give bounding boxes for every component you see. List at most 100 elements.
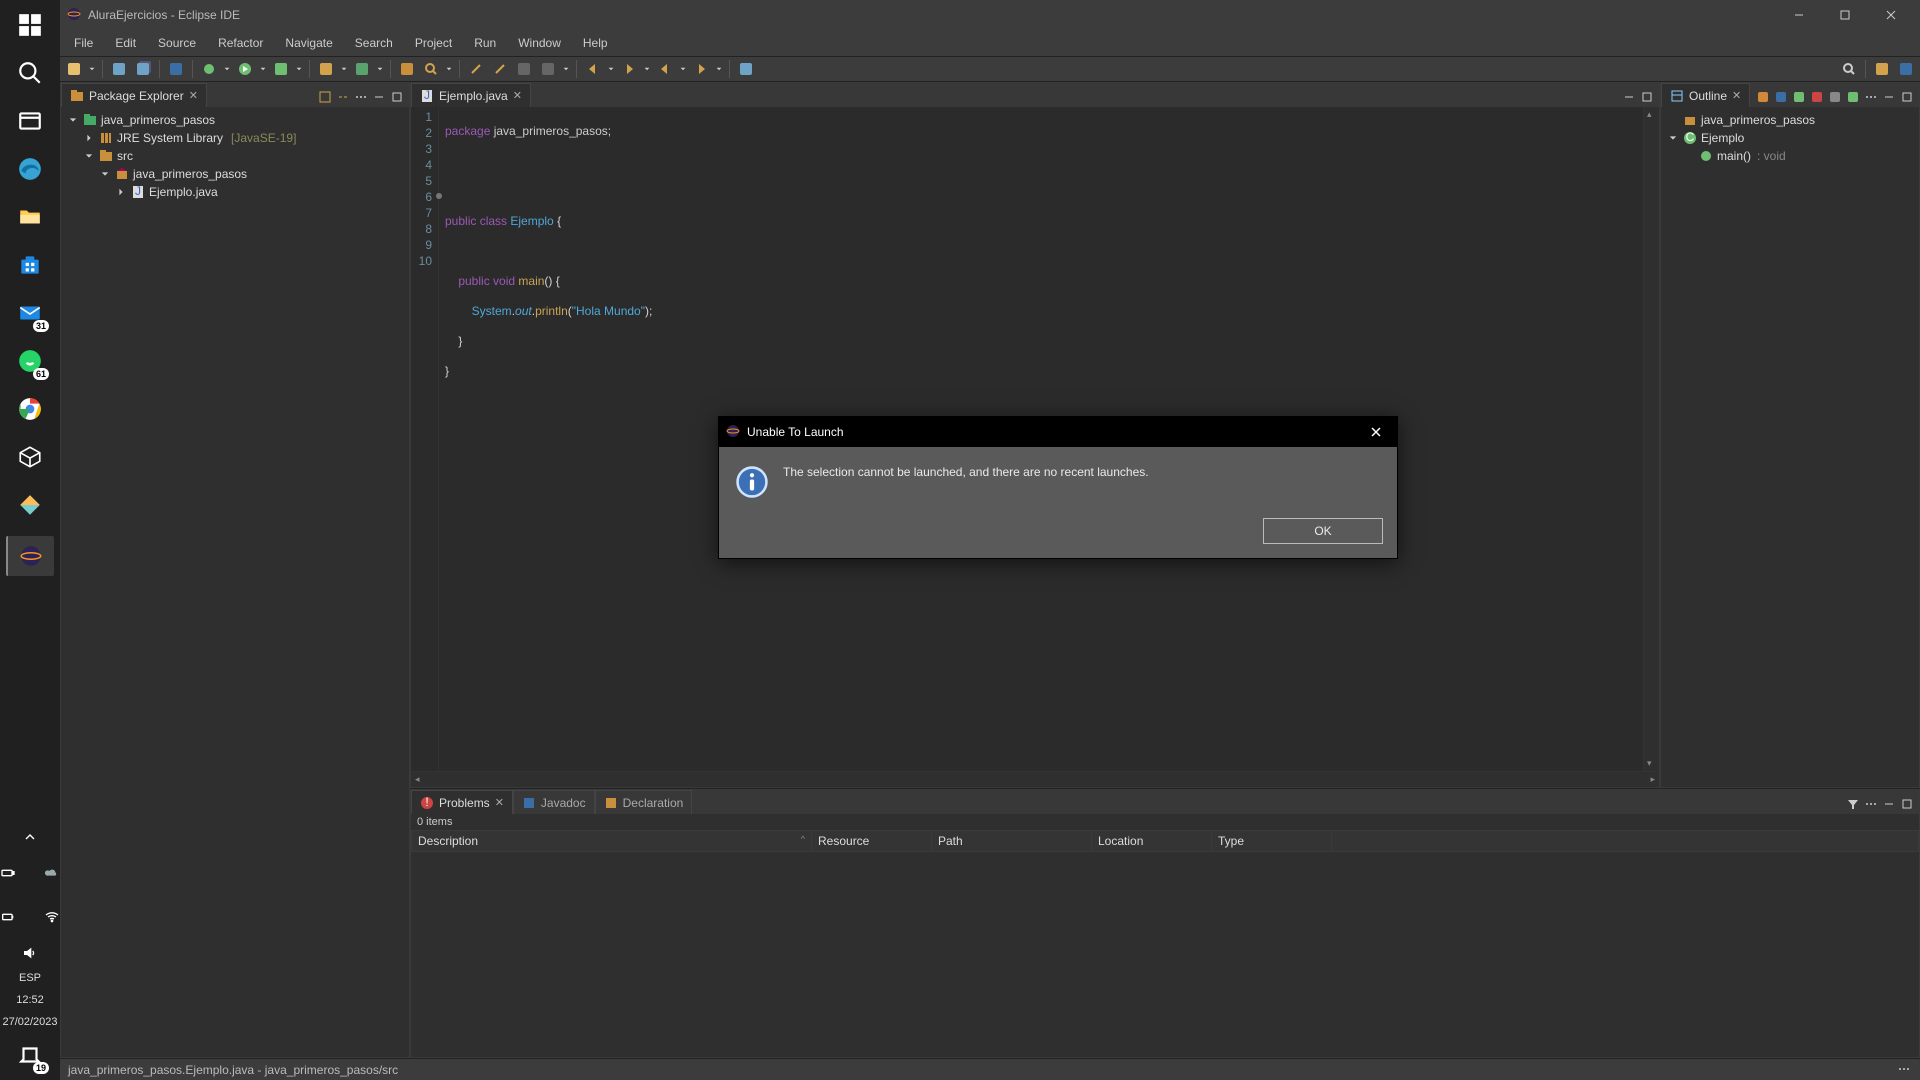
coverage-dropdown[interactable] — [295, 66, 303, 72]
new-package-icon[interactable] — [316, 59, 336, 79]
col-description[interactable]: Description^ — [412, 831, 812, 852]
edge-icon[interactable] — [13, 152, 47, 186]
chevron-down-icon[interactable] — [99, 168, 111, 180]
ms-store-icon[interactable] — [13, 248, 47, 282]
chrome-icon[interactable] — [13, 392, 47, 426]
quick-access-search-icon[interactable] — [1839, 59, 1859, 79]
col-path[interactable]: Path — [932, 831, 1092, 852]
minimize-view-icon[interactable] — [371, 89, 387, 105]
battery-icon[interactable] — [0, 856, 25, 890]
forward-icon[interactable] — [691, 59, 711, 79]
task-view-icon[interactable] — [13, 104, 47, 138]
back-dropdown[interactable] — [679, 66, 687, 72]
link-editor-icon[interactable] — [335, 89, 351, 105]
terminal-icon[interactable] — [166, 59, 186, 79]
search-dropdown[interactable] — [445, 66, 453, 72]
view-menu-icon[interactable] — [353, 89, 369, 105]
pencil-icon[interactable] — [490, 59, 510, 79]
notifications-icon[interactable]: 19 — [13, 1038, 47, 1072]
dialog-titlebar[interactable]: Unable To Launch — [719, 417, 1397, 447]
sort-icon[interactable] — [1773, 89, 1789, 105]
dots-icon[interactable] — [514, 59, 534, 79]
text-dropdown[interactable] — [562, 66, 570, 72]
chevron-down-icon[interactable] — [1667, 132, 1679, 144]
menu-source[interactable]: Source — [148, 32, 206, 54]
save-all-icon[interactable] — [133, 59, 153, 79]
hide-nonpublic-icon[interactable] — [1827, 89, 1843, 105]
new-class-dropdown[interactable] — [376, 66, 384, 72]
tree-jre[interactable]: JRE System Library [JavaSE-19] — [63, 129, 407, 147]
mail-icon[interactable]: 31 — [13, 296, 47, 330]
outline-tab[interactable]: Outline ✕ — [1661, 83, 1750, 107]
close-icon[interactable]: ✕ — [495, 796, 504, 809]
problems-tab[interactable]: ! Problems ✕ — [411, 790, 513, 814]
dialog-ok-button[interactable]: OK — [1263, 518, 1383, 544]
close-icon[interactable]: ✕ — [513, 89, 522, 102]
chevron-down-icon[interactable] — [83, 150, 95, 162]
outline-package[interactable]: java_primeros_pasos — [1663, 111, 1917, 129]
menu-navigate[interactable]: Navigate — [275, 32, 342, 54]
package-explorer-tab[interactable]: Package Explorer ✕ — [61, 83, 207, 107]
save-icon[interactable] — [109, 59, 129, 79]
collapse-all-icon[interactable] — [317, 89, 333, 105]
vertical-scrollbar[interactable] — [1643, 107, 1659, 771]
debug-icon[interactable] — [199, 59, 219, 79]
view-menu-icon[interactable] — [1863, 89, 1879, 105]
window-minimize-button[interactable] — [1776, 0, 1822, 30]
coverage-icon[interactable] — [271, 59, 291, 79]
menu-run[interactable]: Run — [464, 32, 506, 54]
prev-ann-dropdown[interactable] — [607, 66, 615, 72]
maximize-view-icon[interactable] — [389, 89, 405, 105]
javadoc-tab[interactable]: Javadoc — [513, 790, 595, 814]
tree-file[interactable]: J Ejemplo.java — [63, 183, 407, 201]
diamond-app-icon[interactable] — [13, 488, 47, 522]
java-perspective-icon[interactable] — [1896, 59, 1916, 79]
window-close-button[interactable] — [1868, 0, 1914, 30]
dialog-close-button[interactable] — [1361, 417, 1391, 447]
maximize-view-icon[interactable] — [1899, 89, 1915, 105]
debug-dropdown[interactable] — [223, 66, 231, 72]
next-ann-dropdown[interactable] — [643, 66, 651, 72]
open-perspective-icon[interactable] — [1872, 59, 1892, 79]
menu-file[interactable]: File — [64, 32, 103, 54]
new-dropdown[interactable] — [88, 66, 96, 72]
cube-app-icon[interactable] — [13, 440, 47, 474]
col-resource[interactable]: Resource — [812, 831, 932, 852]
window-titlebar[interactable]: AluraEjercicios - Eclipse IDE — [60, 0, 1920, 30]
close-icon[interactable]: ✕ — [189, 89, 198, 102]
menu-refactor[interactable]: Refactor — [208, 32, 273, 54]
start-button[interactable] — [13, 8, 47, 42]
chevron-right-icon[interactable] — [115, 186, 127, 198]
minimize-view-icon[interactable] — [1881, 796, 1897, 812]
chevron-right-icon[interactable] — [83, 132, 95, 144]
filter-icon[interactable] — [1845, 796, 1861, 812]
maximize-view-icon[interactable] — [1899, 796, 1915, 812]
new-icon[interactable] — [64, 59, 84, 79]
pin-icon[interactable] — [736, 59, 756, 79]
next-annotation-icon[interactable] — [619, 59, 639, 79]
forward-dropdown[interactable] — [715, 66, 723, 72]
new-class-icon[interactable] — [352, 59, 372, 79]
minimize-view-icon[interactable] — [1881, 89, 1897, 105]
eclipse-taskbar-icon[interactable] — [6, 536, 54, 576]
menu-help[interactable]: Help — [573, 32, 618, 54]
keyboard-language[interactable]: ESP — [19, 972, 41, 984]
minimize-view-icon[interactable] — [1621, 89, 1637, 105]
tree-project[interactable]: java_primeros_pasos — [63, 111, 407, 129]
editor-tab[interactable]: J Ejemplo.java ✕ — [411, 83, 531, 107]
hide-static-icon[interactable] — [1809, 89, 1825, 105]
new-package-dropdown[interactable] — [340, 66, 348, 72]
power-icon[interactable] — [0, 900, 25, 934]
search-icon[interactable] — [13, 56, 47, 90]
outline-method[interactable]: main() : void — [1663, 147, 1917, 165]
tree-src[interactable]: src — [63, 147, 407, 165]
col-type[interactable]: Type — [1212, 831, 1332, 852]
back-icon[interactable] — [655, 59, 675, 79]
tree-package[interactable]: java_primeros_pasos — [63, 165, 407, 183]
outline-class[interactable]: C Ejemplo — [1663, 129, 1917, 147]
declaration-tab[interactable]: Declaration — [595, 790, 693, 814]
menu-window[interactable]: Window — [508, 32, 571, 54]
menu-search[interactable]: Search — [345, 32, 403, 54]
taskbar-time[interactable]: 12:52 — [16, 994, 44, 1006]
hide-local-icon[interactable] — [1845, 89, 1861, 105]
